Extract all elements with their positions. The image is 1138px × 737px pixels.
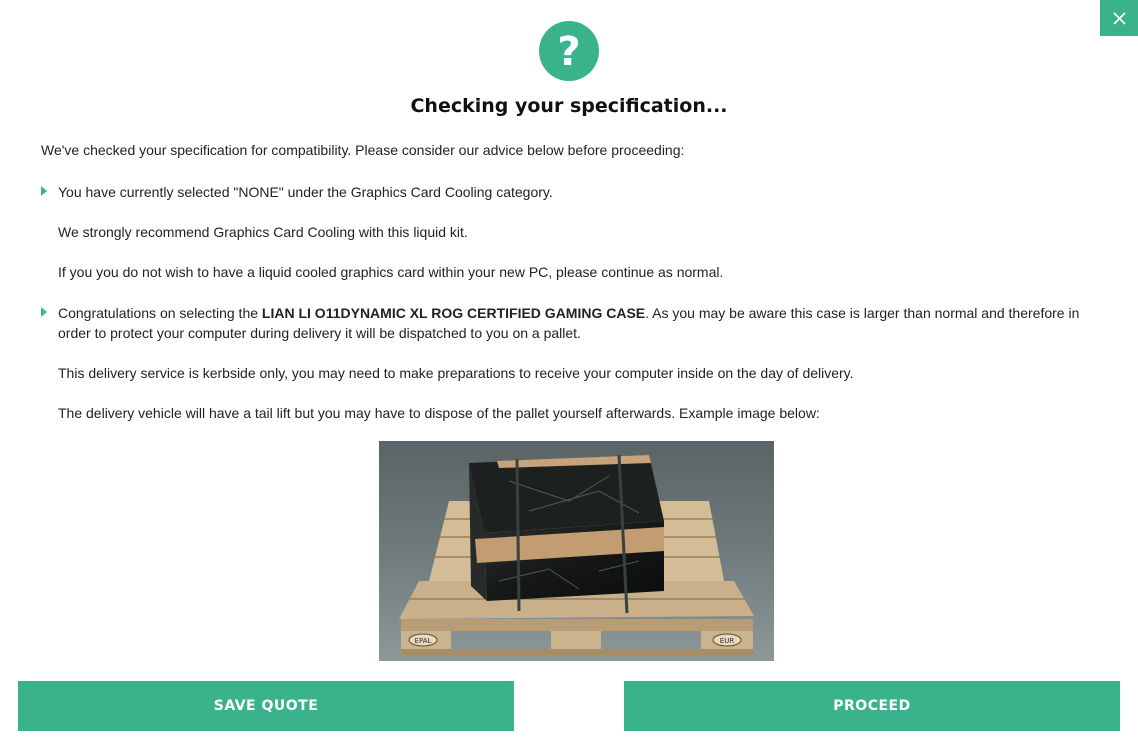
- advice-lead: Congratulations on selecting the: [58, 305, 262, 321]
- close-icon: [1112, 11, 1126, 25]
- advice-text: Congratulations on selecting the LIAN LI…: [58, 303, 1101, 343]
- advice-item-graphics-cooling: You have currently selected "NONE" under…: [41, 182, 1101, 282]
- advice-text: You have currently selected "NONE" under…: [58, 184, 553, 200]
- dialog-title: Checking your specification...: [410, 95, 728, 117]
- advice-item-pallet-delivery: Congratulations on selecting the LIAN LI…: [41, 303, 1101, 423]
- svg-text:EPAL: EPAL: [415, 637, 432, 645]
- triangle-right-icon: [41, 307, 47, 317]
- close-button[interactable]: [1100, 0, 1138, 36]
- triangle-right-icon: [41, 186, 47, 196]
- svg-text:?: ?: [557, 29, 580, 75]
- advice-text: The delivery vehicle will have a tail li…: [58, 405, 820, 421]
- advice-text: If you you do not wish to have a liquid …: [58, 264, 724, 280]
- advice-list: You have currently selected "NONE" under…: [41, 182, 1101, 423]
- intro-text: We've checked your specification for com…: [41, 142, 685, 158]
- proceed-button[interactable]: PROCEED: [624, 681, 1120, 731]
- save-quote-button[interactable]: SAVE QUOTE: [18, 681, 514, 731]
- product-name: LIAN LI O11DYNAMIC XL ROG CERTIFIED GAMI…: [261, 305, 646, 321]
- pallet-example-image: EPAL EUR: [379, 441, 774, 661]
- advice-text: We strongly recommend Graphics Card Cool…: [58, 224, 468, 240]
- advice-text: This delivery service is kerbside only, …: [58, 365, 854, 381]
- svg-text:EUR: EUR: [720, 637, 735, 645]
- question-mark-icon: ?: [539, 21, 599, 81]
